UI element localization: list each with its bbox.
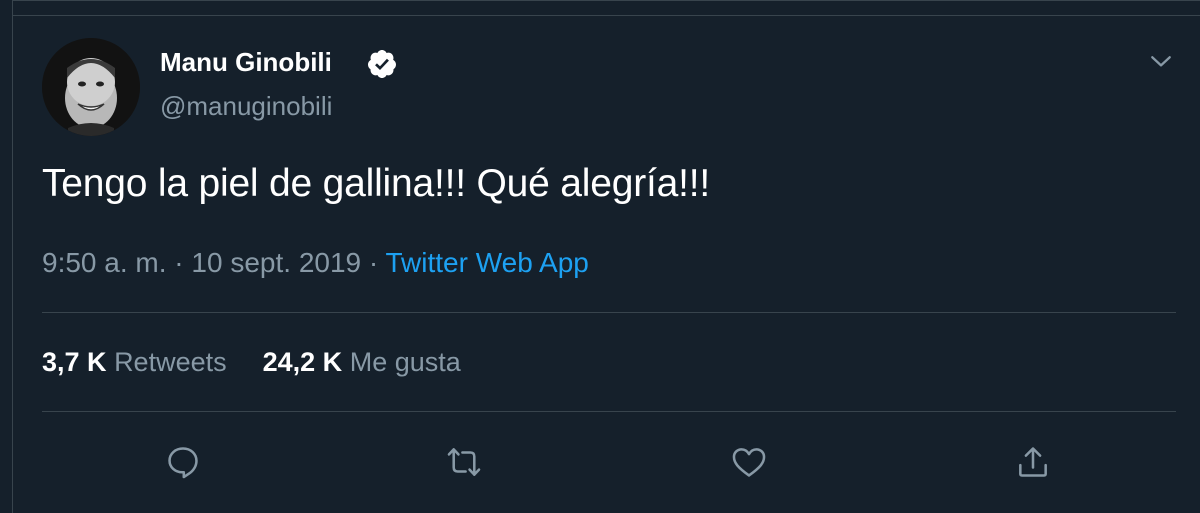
verified-badge-icon: [367, 50, 396, 78]
retweets-stat[interactable]: 3,7 K Retweets: [42, 347, 227, 377]
like-button[interactable]: [729, 442, 769, 482]
likes-count: 24,2 K: [262, 347, 343, 377]
share-icon: [1019, 447, 1047, 477]
reply-icon: [168, 447, 198, 479]
tweet-time[interactable]: 9:50 a. m.: [42, 247, 167, 278]
meta-separator: ·: [368, 247, 379, 278]
meta-separator: ·: [174, 247, 184, 278]
retweet-button[interactable]: [444, 442, 484, 482]
share-button[interactable]: [1013, 442, 1053, 482]
author-handle[interactable]: @manuginobili: [160, 91, 332, 122]
tweet-text: Tengo la piel de gallina!!! Qué alegría!…: [42, 162, 711, 205]
tweet-meta: 9:50 a. m. · 10 sept. 2019 · Twitter Web…: [42, 247, 589, 279]
avatar[interactable]: [42, 38, 140, 136]
author-name[interactable]: Manu Ginobili: [160, 47, 332, 78]
tweet-source-link[interactable]: Twitter Web App: [386, 247, 589, 278]
retweets-label: Retweets: [114, 347, 227, 377]
retweet-icon: [447, 448, 481, 476]
likes-label: Me gusta: [349, 347, 461, 377]
reply-button[interactable]: [163, 442, 203, 482]
tweet-date[interactable]: 10 sept. 2019: [191, 247, 361, 278]
stats-top-divider: [42, 312, 1176, 313]
stats-bottom-divider: [42, 411, 1176, 412]
avatar-image: [42, 38, 140, 136]
chevron-down-icon[interactable]: [1146, 46, 1176, 76]
top-divider: [12, 15, 1200, 16]
heart-icon: [732, 448, 766, 477]
retweets-count: 3,7 K: [42, 347, 107, 377]
tweet-stats: 3,7 K Retweets 24,2 K Me gusta: [42, 347, 461, 378]
likes-stat[interactable]: 24,2 K Me gusta: [263, 347, 461, 377]
